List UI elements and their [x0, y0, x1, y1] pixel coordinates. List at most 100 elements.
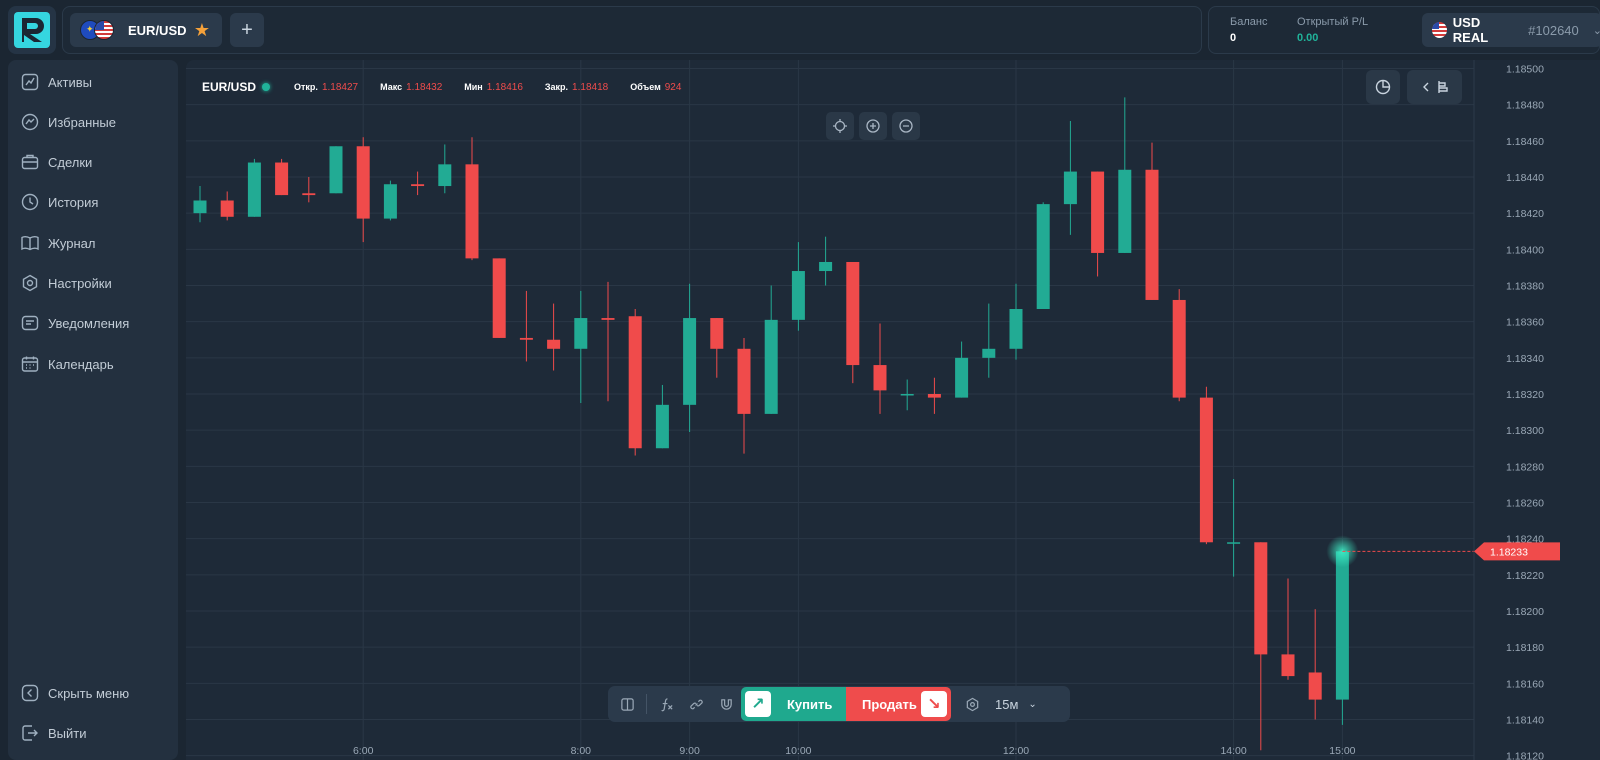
time-tick-label: 6:00 [353, 745, 374, 757]
candle-body [329, 146, 343, 194]
candle-body [438, 164, 452, 187]
candle-body [383, 184, 397, 219]
chart-panel[interactable]: 1.18500 1.18480 1.18460 1.18440 1.18420 1.184… [186, 60, 1600, 760]
candle-body [710, 318, 724, 349]
price-tick-label: 1.18280 [1506, 461, 1544, 473]
price-tick-label: 1.18200 [1506, 606, 1544, 618]
candle-body [1091, 171, 1105, 253]
candle-body [1009, 309, 1023, 349]
candle-body [1145, 169, 1159, 300]
divider [646, 694, 647, 714]
candle-body [819, 261, 833, 272]
currency-flags [80, 19, 120, 41]
candle-body [601, 318, 615, 320]
journal-icon [20, 233, 40, 253]
toggle-panel-button[interactable] [1407, 70, 1462, 104]
ohlc-symbol: EUR/USD [202, 80, 257, 94]
asset-tabs-bar: EUR/USD ★ + [62, 6, 1202, 54]
candle-body [927, 393, 941, 398]
ohlc-legend: EUR/USD Откр. 1.18427 Макс 1.18432 Мин 1… [202, 80, 703, 94]
sidebar-item-calendar[interactable]: Календарь [20, 349, 114, 379]
candle-body [275, 162, 289, 196]
layout-button[interactable] [612, 689, 642, 719]
logo [8, 6, 56, 54]
time-tick-label: 12:00 [1003, 745, 1029, 757]
candle-body [1063, 171, 1077, 205]
candle-body [547, 339, 561, 349]
hide-menu-button[interactable]: Скрыть меню [20, 678, 129, 708]
time-tick-label: 10:00 [785, 745, 811, 757]
gear-icon [966, 697, 978, 711]
account-selector[interactable]: USD REAL #102640 ⌄ [1422, 13, 1600, 47]
chevron-down-icon[interactable]: ⌄ [1028, 699, 1036, 710]
price-tick-label: 1.18360 [1506, 317, 1544, 329]
zoom-in-icon [866, 119, 880, 133]
price-tick-label: 1.18320 [1506, 389, 1544, 401]
price-tick-label: 1.18400 [1506, 244, 1544, 256]
candle-body [791, 271, 805, 320]
assets-icon [20, 72, 40, 92]
price-tick-label: 1.18140 [1506, 714, 1544, 726]
panel-toggle-icon [1422, 81, 1448, 93]
candle-body [628, 316, 642, 449]
favorite-star-icon[interactable]: ★ [194, 20, 210, 41]
candle-body [1335, 551, 1349, 700]
high-label: Макс [380, 82, 403, 92]
formula-button[interactable] [651, 689, 681, 719]
drawing-button[interactable] [681, 689, 711, 719]
time-tick-label: 8:00 [571, 745, 592, 757]
asset-tab-label: EUR/USD [128, 22, 187, 38]
candle-body [492, 258, 506, 338]
volume-label: Объем [630, 82, 661, 92]
hide-menu-label: Скрыть меню [48, 685, 130, 701]
close-value: 1.18418 [572, 81, 609, 93]
sidebar-item-favorites[interactable]: Избранные [20, 107, 116, 137]
price-tick-label: 1.18180 [1506, 642, 1544, 654]
calendar-icon [20, 354, 40, 374]
function-icon [660, 697, 673, 711]
magnet-button[interactable] [711, 689, 741, 719]
magnet-icon [720, 698, 732, 710]
sidebar-item-notifications[interactable]: Уведомления [20, 308, 129, 338]
arrow-up-right-icon: ↗ [745, 691, 771, 717]
us-flag-icon [94, 20, 114, 40]
zoom-in-button[interactable] [859, 112, 887, 140]
crosshair-button[interactable] [826, 112, 854, 140]
candle-body [982, 348, 996, 358]
price-tick-label: 1.18500 [1506, 63, 1544, 75]
chart-settings-button[interactable] [957, 689, 987, 719]
candlestick-chart[interactable]: 1.18500 1.18480 1.18460 1.18440 1.18420 1.184… [186, 60, 1600, 760]
asset-tab-eurusd[interactable]: EUR/USD ★ [70, 13, 222, 47]
candle-body [900, 393, 914, 396]
timeframe-selector[interactable]: 15м [995, 697, 1018, 712]
zoom-out-button[interactable] [892, 112, 920, 140]
candle-body [411, 184, 425, 187]
sell-button[interactable]: Продать ↘ [846, 687, 951, 721]
candle-body [465, 164, 479, 259]
sidebar-item-settings[interactable]: Настройки [20, 268, 112, 298]
price-tick-label: 1.18460 [1506, 136, 1544, 148]
chevron-down-icon: ⌄ [1592, 24, 1600, 37]
sidebar-item-label: История [48, 194, 99, 210]
candle-body [846, 261, 860, 366]
sidebar-item-history[interactable]: История [20, 187, 98, 217]
link-icon [689, 699, 703, 709]
logout-button[interactable]: Выйти [20, 718, 87, 748]
buy-button[interactable]: ↗ Купить [741, 687, 846, 721]
sidebar-item-journal[interactable]: Журнал [20, 228, 95, 258]
indicators-button[interactable] [1366, 70, 1400, 104]
current-price-label: 1.18233 [1490, 546, 1528, 558]
candle-body [1227, 542, 1241, 544]
sidebar-item-assets[interactable]: Активы [20, 67, 92, 97]
collapse-icon [20, 683, 40, 703]
arrow-down-right-icon: ↘ [921, 691, 947, 717]
buy-label: Купить [787, 696, 833, 712]
candle-body [683, 318, 697, 405]
trade-toolbar: ↗ Купить Продать ↘ 15м ⌄ [608, 686, 1070, 722]
open-pl-label: Открытый P/L [1297, 16, 1369, 28]
open-pl-value: 0.00 [1297, 32, 1319, 44]
add-asset-button[interactable]: + [230, 13, 264, 47]
close-label: Закр. [544, 82, 569, 92]
sidebar-item-deals[interactable]: Сделки [20, 147, 92, 177]
favorites-icon [20, 112, 40, 132]
